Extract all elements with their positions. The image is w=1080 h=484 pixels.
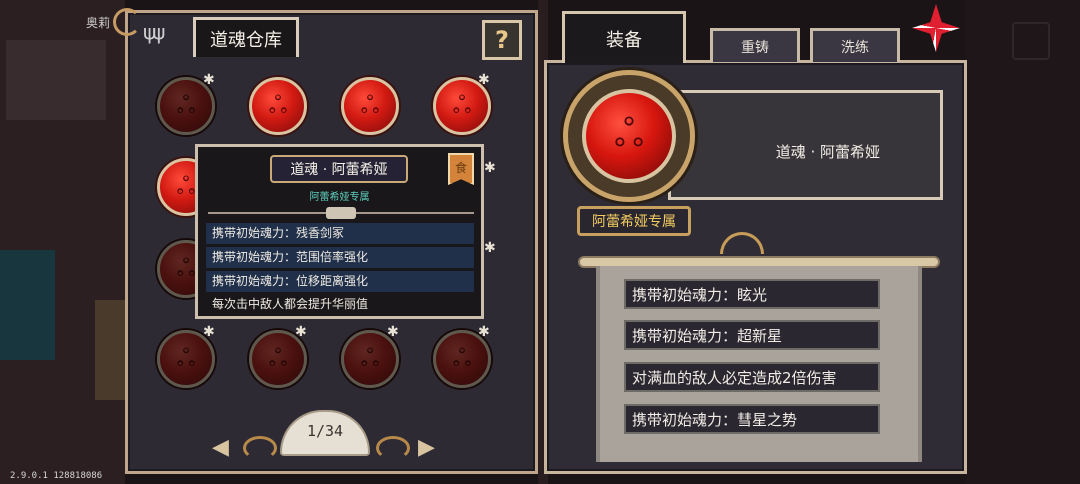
tooltip-title: 道魂 · 阿蕾希娅 <box>270 155 408 183</box>
soul-orb-icon: ஃ <box>176 253 196 282</box>
warehouse-title: 道魂仓库 <box>193 17 299 57</box>
help-button[interactable]: ? <box>482 20 522 60</box>
soul-orb-slot[interactable]: ஃ <box>341 77 399 135</box>
tooltip-effect: 携带初始魂力：位移距离强化 <box>206 271 474 292</box>
star-icon: ✱ <box>203 72 215 88</box>
soul-orb-icon: ஃ <box>176 171 196 200</box>
tab-refine[interactable]: 洗练 <box>810 28 900 62</box>
close-pinwheel-icon[interactable] <box>912 4 960 52</box>
star-icon: ✱ <box>484 160 496 176</box>
candle-pole-icon: ψψ <box>143 20 165 44</box>
tooltip-effect: 每次击中敌人都会提升华丽值 <box>212 297 369 311</box>
exclusive-tag: 阿蕾希娅专属 <box>577 206 691 236</box>
tab-equip[interactable]: 装备 <box>562 11 686 63</box>
tooltip-effect: 携带初始魂力：范围倍率强化 <box>206 247 474 268</box>
star-icon: ✱ <box>387 324 399 340</box>
tooltip-divider <box>208 207 474 219</box>
version-label: 2.9.0.1 128818086 <box>10 471 103 481</box>
arrow-left-icon[interactable]: ◀ <box>212 435 229 460</box>
soul-orb-icon: ஃ <box>268 343 288 372</box>
soul-tooltip: 道魂 · 阿蕾希娅 食 阿蕾希娅专属 携带初始魂力：残香剑冢 携带初始魂力：范围… <box>195 144 484 319</box>
hud-corner-icon <box>1012 22 1050 60</box>
game-background-left <box>0 0 125 484</box>
pager-ornament-icon <box>243 436 277 460</box>
background-decor <box>6 40 106 120</box>
pager-ornament-icon <box>376 436 410 460</box>
equipped-soul-name: 道魂 · 阿蕾希娅 <box>775 143 880 161</box>
star-icon: ✱ <box>203 324 215 340</box>
soul-name-banner: 道魂 · 阿蕾希娅 <box>668 90 943 200</box>
star-icon: ✱ <box>478 324 490 340</box>
game-background-right <box>966 0 1080 484</box>
soul-orb-slot[interactable]: ஃ <box>249 77 307 135</box>
star-icon: ✱ <box>295 324 307 340</box>
equipped-soul-orb[interactable]: ஃ <box>582 89 676 183</box>
scroll-ornament-icon <box>113 8 141 36</box>
soul-orb-icon: ஃ <box>614 111 644 155</box>
arrow-right-icon[interactable]: ▶ <box>418 435 435 460</box>
soul-orb-icon: ஃ <box>452 90 472 119</box>
effect-row: 携带初始魂力：超新星 <box>624 320 880 350</box>
effect-row: 携带初始魂力：彗星之势 <box>624 404 880 434</box>
effect-row: 对满血的敌人必定造成2倍伤害 <box>624 362 880 392</box>
soul-orb-icon: ஃ <box>360 90 380 119</box>
soul-orb-icon: ஃ <box>452 343 472 372</box>
soul-orb-icon: ஃ <box>360 343 380 372</box>
background-decor <box>95 300 125 400</box>
tooltip-effect: 携带初始魂力：残香剑冢 <box>206 223 474 244</box>
tooltip-badge-icon: 食 <box>448 153 474 185</box>
star-icon: ✱ <box>484 240 496 256</box>
tooltip-subtitle: 阿蕾希娅专属 <box>309 192 370 203</box>
npc-name-label: 奥莉 <box>86 16 111 30</box>
effect-row: 携带初始魂力：眩光 <box>624 279 880 309</box>
soul-orb-icon: ஃ <box>176 90 196 119</box>
soul-orb-icon: ஃ <box>176 343 196 372</box>
tab-recast[interactable]: 重铸 <box>710 28 800 62</box>
page-indicator-text: 1/34 <box>306 422 344 440</box>
soul-orb-icon: ஃ <box>268 90 288 119</box>
background-decor <box>0 250 55 360</box>
star-icon: ✱ <box>478 72 490 88</box>
